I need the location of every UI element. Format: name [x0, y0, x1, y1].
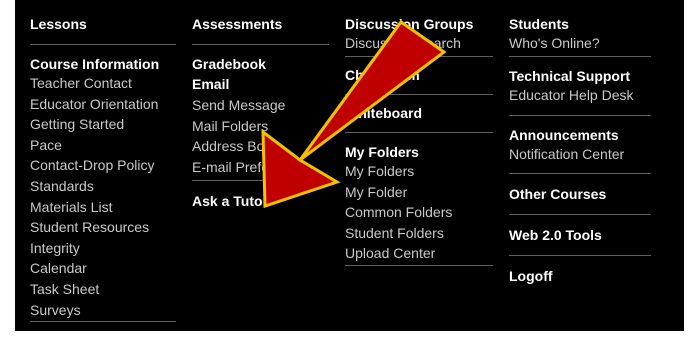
arrow-icon	[261, 19, 447, 209]
arrow-icon-shape	[261, 19, 447, 209]
